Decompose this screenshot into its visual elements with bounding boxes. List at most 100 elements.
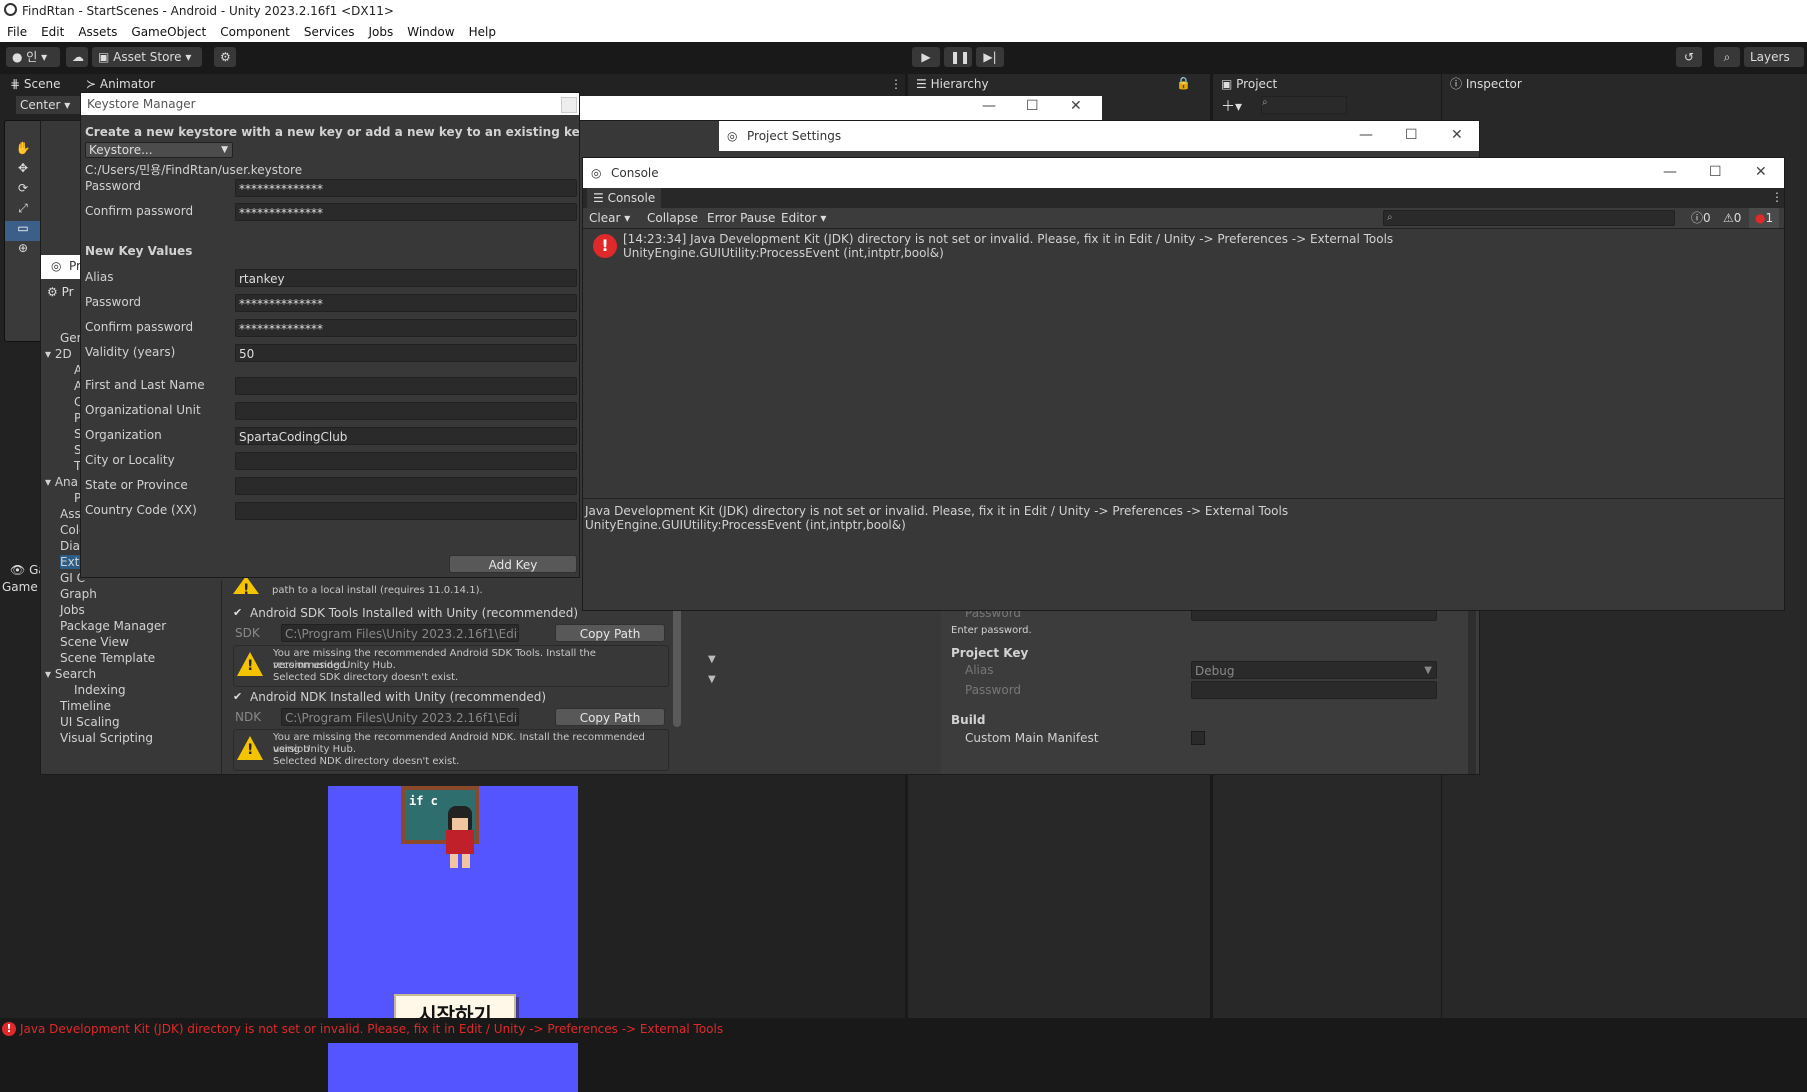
console-search-input[interactable]: ⌕ bbox=[1383, 210, 1675, 226]
tab-console[interactable]: ☰ Console bbox=[587, 188, 662, 208]
maximize-icon[interactable]: ☐ bbox=[1709, 164, 1722, 180]
alias-dropdown[interactable]: Debug ▼ bbox=[1191, 661, 1437, 679]
history-button[interactable]: ↺ bbox=[1676, 47, 1702, 67]
transform-tool-icon[interactable]: ⊕ bbox=[5, 241, 41, 261]
password-field[interactable]: ************** bbox=[235, 179, 577, 197]
tab-hierarchy[interactable]: ☰ Hierarchy bbox=[910, 74, 995, 94]
console-clear-button[interactable]: Clear ▾ bbox=[583, 208, 636, 228]
account-button[interactable]: ● 인 ▾ bbox=[6, 47, 60, 67]
nav-visual-scripting[interactable]: Visual Scripting bbox=[60, 731, 153, 745]
rotate-tool-icon[interactable]: ⟳ bbox=[5, 181, 41, 201]
plugins-button[interactable]: ⚙ bbox=[214, 47, 236, 67]
play-button[interactable]: ▶ bbox=[912, 47, 940, 67]
nav-analytics[interactable]: ▾ Ana bbox=[45, 475, 78, 489]
nav-indexing[interactable]: Indexing bbox=[74, 683, 126, 697]
chevron-down-icon[interactable]: ▼ bbox=[708, 654, 716, 665]
scale-tool-icon[interactable]: ⤢ bbox=[5, 201, 41, 221]
search-button[interactable]: ⌕ bbox=[1714, 47, 1740, 67]
org-unit-field[interactable] bbox=[235, 402, 577, 420]
asset-store-button[interactable]: ▣ Asset Store ▾ bbox=[92, 47, 202, 67]
close-icon[interactable]: ✕ bbox=[1451, 127, 1463, 143]
menu-gameobject[interactable]: GameObject bbox=[124, 22, 213, 39]
confirm-password-field[interactable]: ************** bbox=[235, 203, 577, 221]
sdk-warning-3: Selected SDK directory doesn't exist. bbox=[273, 672, 459, 683]
settings-scrollbar[interactable] bbox=[673, 607, 681, 727]
chevron-down-icon[interactable]: ▼ bbox=[708, 674, 716, 685]
menu-window[interactable]: Window bbox=[400, 22, 461, 39]
step-button[interactable]: ▶| bbox=[976, 47, 1004, 67]
menu-component[interactable]: Component bbox=[213, 22, 297, 39]
console-warn-count[interactable]: ⚠0 bbox=[1717, 208, 1747, 228]
nav-scene-view[interactable]: Scene View bbox=[60, 635, 129, 649]
layers-dropdown[interactable]: Layers bbox=[1744, 47, 1804, 67]
project-search-input[interactable]: ⌕ bbox=[1261, 96, 1347, 114]
minimize-icon[interactable]: — bbox=[1663, 164, 1677, 180]
sdk-checkbox[interactable]: ✔ bbox=[233, 607, 245, 619]
console-collapse-button[interactable]: Collapse bbox=[641, 208, 704, 228]
tab-project[interactable]: ▣ Project bbox=[1215, 74, 1283, 94]
first-last-name-field[interactable] bbox=[235, 377, 577, 395]
rect-tool-icon[interactable]: ▭ bbox=[5, 221, 41, 241]
close-icon[interactable] bbox=[561, 97, 577, 113]
city-field[interactable] bbox=[235, 452, 577, 470]
password2-field[interactable] bbox=[1191, 681, 1437, 699]
key-password-field[interactable]: ************** bbox=[235, 294, 577, 312]
sdk-copy-path-button[interactable]: Copy Path bbox=[555, 624, 665, 642]
menu-services[interactable]: Services bbox=[297, 22, 362, 39]
status-bar[interactable]: ! Java Development Kit (JDK) directory i… bbox=[0, 1018, 1807, 1043]
console-info-count[interactable]: ⓘ0 bbox=[1685, 208, 1717, 228]
cloud-button[interactable]: ☁ bbox=[66, 47, 88, 67]
close-icon[interactable]: ✕ bbox=[1070, 98, 1082, 114]
menu-edit[interactable]: Edit bbox=[34, 22, 71, 39]
organization-field[interactable]: SpartaCodingClub bbox=[235, 427, 577, 445]
hand-tool-icon[interactable]: ✋ bbox=[5, 141, 41, 161]
nav-assets[interactable]: Ass bbox=[60, 507, 81, 521]
validity-field[interactable]: 50 bbox=[235, 344, 577, 362]
menu-file[interactable]: File bbox=[0, 22, 34, 39]
ndk-path-field[interactable]: C:\Program Files\Unity 2023.2.16f1\Edito… bbox=[281, 708, 519, 726]
menu-jobs[interactable]: Jobs bbox=[362, 22, 401, 39]
hierarchy-lock-icon[interactable]: 🔒 bbox=[1176, 76, 1191, 90]
nav-ui-scaling[interactable]: UI Scaling bbox=[60, 715, 120, 729]
ndk-copy-path-button[interactable]: Copy Path bbox=[555, 708, 665, 726]
move-tool-icon[interactable]: ✥ bbox=[5, 161, 41, 181]
state-field[interactable] bbox=[235, 477, 577, 495]
key-confirm-password-field[interactable]: ************** bbox=[235, 319, 577, 337]
nav-graph[interactable]: Graph bbox=[60, 587, 97, 601]
tab-animator[interactable]: ≻ Animator bbox=[80, 74, 161, 94]
project-add-icon[interactable]: ＋▾ bbox=[1221, 96, 1242, 116]
sdk-path-field[interactable]: C:\Program Files\Unity 2023.2.16f1\Edito… bbox=[281, 624, 519, 642]
maximize-icon[interactable]: ☐ bbox=[1026, 98, 1039, 114]
nav-search[interactable]: ▾ Search bbox=[45, 667, 96, 681]
country-code-field[interactable] bbox=[235, 502, 577, 520]
nav-general[interactable]: Ger bbox=[60, 331, 82, 345]
minimize-icon[interactable]: — bbox=[1359, 127, 1373, 143]
maximize-icon[interactable]: ☐ bbox=[1405, 127, 1418, 143]
nav-2d[interactable]: ▾ 2D bbox=[45, 347, 72, 361]
alias-field[interactable]: rtankey bbox=[235, 269, 577, 287]
menu-assets[interactable]: Assets bbox=[71, 22, 124, 39]
console-menu-icon[interactable]: ⋮ bbox=[1771, 190, 1783, 204]
console-error-count[interactable]: ●1 bbox=[1749, 208, 1780, 228]
console-log-entry[interactable]: ! [14:23:34] Java Development Kit (JDK) … bbox=[583, 230, 1784, 264]
center-toggle[interactable]: Center ▾ bbox=[16, 96, 80, 114]
custom-manifest-checkbox[interactable] bbox=[1191, 731, 1205, 745]
console-error-pause-button[interactable]: Error Pause bbox=[701, 208, 781, 228]
nav-jobs[interactable]: Jobs bbox=[60, 603, 85, 617]
player-scrollbar[interactable] bbox=[1468, 601, 1476, 774]
tab-scene[interactable]: ⋕ Scene bbox=[4, 74, 66, 94]
alias-label: Alias bbox=[85, 270, 114, 284]
minimize-icon[interactable]: — bbox=[982, 98, 996, 114]
ndk-checkbox[interactable]: ✔ bbox=[233, 691, 245, 703]
close-icon[interactable]: ✕ bbox=[1755, 164, 1767, 180]
nav-timeline[interactable]: Timeline bbox=[60, 699, 111, 713]
tab-inspector[interactable]: ⓘ Inspector bbox=[1444, 74, 1528, 94]
pause-button[interactable]: ❚❚ bbox=[944, 47, 972, 67]
scene-menu-icon[interactable]: ⋮ bbox=[884, 74, 908, 94]
add-key-button[interactable]: Add Key bbox=[449, 555, 577, 573]
nav-scene-template[interactable]: Scene Template bbox=[60, 651, 155, 665]
menu-help[interactable]: Help bbox=[462, 22, 503, 39]
nav-package-manager[interactable]: Package Manager bbox=[60, 619, 166, 633]
console-editor-dropdown[interactable]: Editor ▾ bbox=[775, 208, 832, 228]
keystore-dropdown[interactable]: Keystore... ▼ bbox=[85, 142, 233, 158]
